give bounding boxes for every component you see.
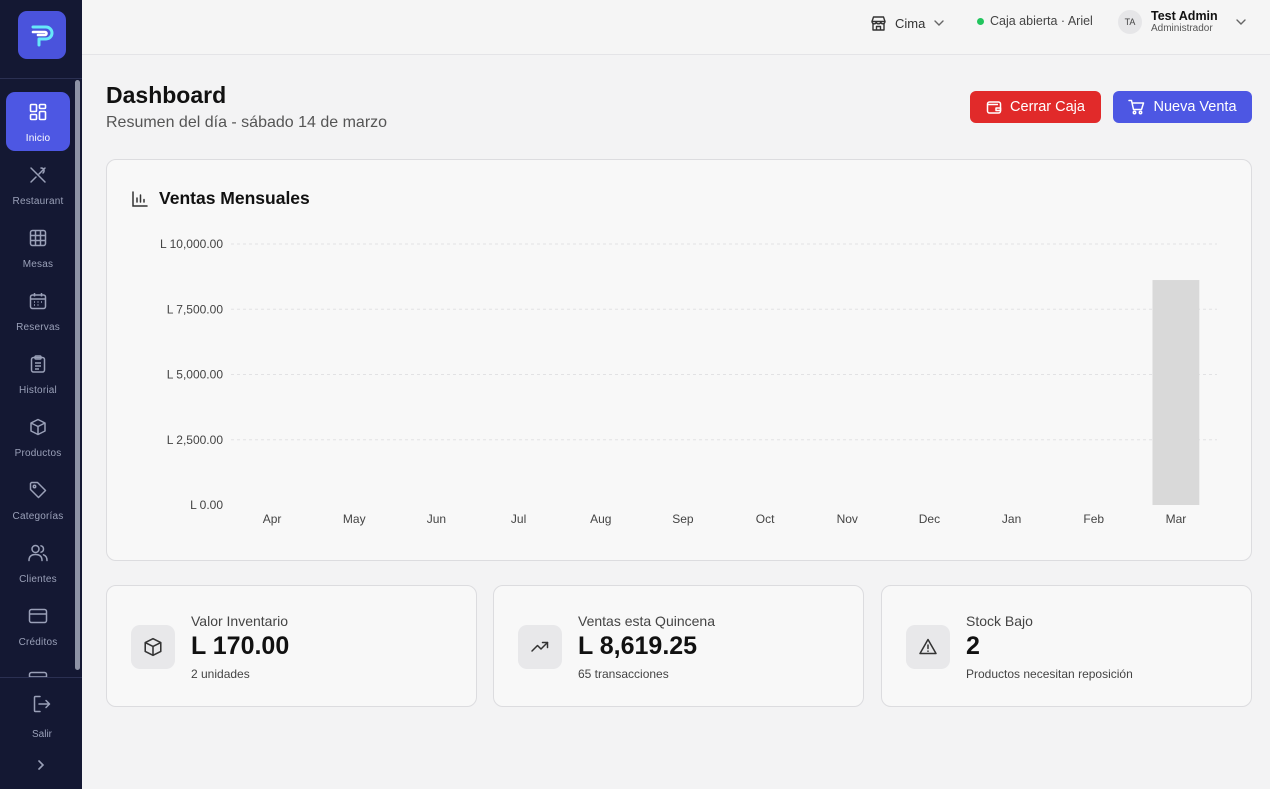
sidebar-item-inicio[interactable]: Inicio: [6, 92, 70, 151]
branch-name: Cima: [895, 15, 926, 31]
sidebar-item-clientes[interactable]: Clientes: [6, 533, 70, 592]
sidebar-item-label: Restaurant: [12, 196, 64, 207]
card-icon: [28, 669, 48, 677]
user-role: Administrador: [1151, 23, 1213, 34]
stat-value: L 8,619.25: [578, 632, 698, 660]
sidebar-item-label: Clientes: [19, 574, 57, 585]
x-tick-label: Feb: [1083, 512, 1104, 526]
logo-mark-icon: [31, 25, 54, 47]
tag-icon: [28, 480, 48, 500]
logout-button[interactable]: Salir: [12, 694, 72, 740]
y-tick-label: L 2,500.00: [167, 433, 224, 447]
sidebar-item-categorias[interactable]: Categorías: [6, 470, 70, 529]
y-tick-label: L 5,000.00: [167, 368, 224, 382]
chart-bar-mar[interactable]: [1152, 280, 1200, 505]
sidebar: Inicio Restaurant Mesas Reservas Histori…: [0, 0, 82, 789]
inventory-value-card: Valor Inventario L 170.00 2 unidades: [106, 585, 477, 707]
sidebar-scrollbar[interactable]: [75, 80, 80, 670]
close-register-button[interactable]: Cerrar Caja: [970, 91, 1101, 123]
clipboard-icon: [28, 354, 48, 374]
page-subtitle: Resumen del día - sábado 14 de marzo: [106, 114, 388, 131]
x-tick-label: Mar: [1166, 512, 1187, 526]
x-tick-label: May: [343, 512, 366, 526]
status-text: Caja abierta · Ariel: [990, 14, 1093, 28]
calendar-icon: [28, 291, 48, 311]
x-tick-label: Jan: [1002, 512, 1021, 526]
x-tick-label: Dec: [919, 512, 940, 526]
alert-triangle-icon: [906, 625, 950, 669]
sidebar-item-label: Créditos: [18, 637, 58, 648]
x-tick-label: Aug: [590, 512, 611, 526]
user-menu[interactable]: TA Test Admin Administrador: [1118, 9, 1247, 35]
user-name: Test Admin: [1151, 9, 1218, 23]
sidebar-divider: [0, 78, 82, 79]
low-stock-card: Stock Bajo 2 Productos necesitan reposic…: [881, 585, 1252, 707]
cart-icon: [1128, 99, 1145, 115]
sidebar-item-label: Categorías: [12, 511, 64, 522]
sidebar-item-label: Mesas: [22, 259, 54, 270]
chevron-right-icon: [38, 760, 45, 770]
stat-note: 2 unidades: [191, 667, 250, 681]
stat-value: 2: [966, 632, 980, 660]
stat-note: 65 transacciones: [578, 667, 669, 681]
app-logo[interactable]: [18, 11, 66, 59]
sidebar-nav: Inicio Restaurant Mesas Reservas Histori…: [0, 80, 74, 677]
box-icon: [131, 625, 175, 669]
sidebar-item-historial[interactable]: Historial: [6, 344, 70, 403]
utensils-icon: [28, 165, 48, 185]
x-tick-label: Apr: [263, 512, 282, 526]
sidebar-item-productos[interactable]: Productos: [6, 407, 70, 466]
store-icon: [871, 15, 886, 31]
y-tick-label: L 0.00: [190, 498, 223, 512]
stat-note: Productos necesitan reposición: [966, 667, 1133, 681]
cash-register-status: Caja abierta · Ariel: [977, 14, 1093, 28]
sidebar-item-more[interactable]: [6, 659, 70, 677]
new-sale-button[interactable]: Nueva Venta: [1113, 91, 1252, 123]
monthly-sales-chart: L 0.00 L 2,500.00 L 5,000.00 L 7,500.00 L 10…: [160, 237, 1217, 526]
y-tick-label: L 7,500.00: [167, 302, 224, 316]
stat-label: Ventas esta Quincena: [578, 613, 715, 629]
x-tick-label: Jul: [511, 512, 526, 526]
grid-icon: [28, 102, 48, 122]
sidebar-item-label: Reservas: [16, 322, 60, 333]
sidebar-divider: [0, 677, 82, 678]
page-title: Dashboard: [106, 82, 227, 108]
y-tick-label: L 10,000.00: [160, 237, 223, 251]
logout-icon: [32, 694, 52, 719]
stat-label: Stock Bajo: [966, 613, 1033, 629]
close-register-label: Cerrar Caja: [1010, 99, 1085, 115]
chevron-down-icon: [1235, 19, 1246, 25]
box-icon: [28, 417, 48, 437]
sidebar-item-label: Historial: [19, 385, 57, 396]
sidebar-item-reservas[interactable]: Reservas: [6, 281, 70, 340]
x-tick-label: Nov: [837, 512, 858, 526]
sidebar-item-label: Inicio: [25, 133, 51, 144]
sidebar-item-creditos[interactable]: Créditos: [6, 596, 70, 655]
avatar: TA: [1118, 10, 1142, 34]
x-tick-label: Sep: [672, 512, 694, 526]
sidebar-item-restaurant[interactable]: Restaurant: [6, 155, 70, 214]
sidebar-item-mesas[interactable]: Mesas: [6, 218, 70, 277]
stat-label: Valor Inventario: [191, 613, 289, 629]
x-tick-label: Jun: [427, 512, 446, 526]
users-icon: [28, 543, 48, 563]
status-dot: [977, 17, 984, 25]
topbar: Cima Caja abierta · Ariel TA Test Admin …: [82, 0, 1270, 55]
table-icon: [28, 228, 48, 248]
new-sale-label: Nueva Venta: [1153, 99, 1237, 115]
wallet-icon: [986, 101, 1002, 114]
fortnight-sales-card: Ventas esta Quincena L 8,619.25 65 trans…: [493, 585, 864, 707]
sidebar-item-label: Productos: [14, 448, 62, 459]
expand-sidebar-button[interactable]: [30, 756, 52, 774]
chevron-down-icon: [934, 20, 945, 26]
logout-label: Salir: [31, 729, 52, 740]
stat-value: L 170.00: [191, 632, 290, 660]
x-tick-label: Oct: [756, 512, 775, 526]
trending-up-icon: [518, 625, 562, 669]
branch-selector[interactable]: Cima: [870, 12, 945, 34]
monthly-sales-card: Ventas Mensuales L 0.00 L 2,500.00 L 5,000…: [106, 159, 1252, 561]
credit-card-icon: [28, 606, 48, 626]
